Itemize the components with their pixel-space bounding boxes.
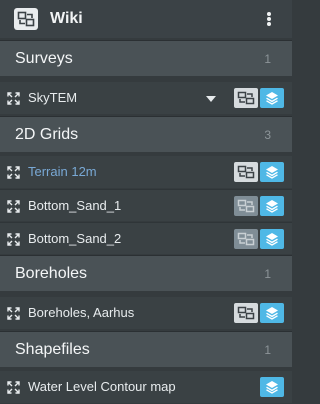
section-label: 2D Grids (15, 126, 79, 143)
section-header-boreholes[interactable]: Boreholes 1 (0, 255, 292, 291)
layer-row-skytem[interactable]: SkyTEM (0, 82, 292, 114)
layer-name[interactable]: Bottom_Sand_2 (28, 231, 121, 247)
section-count: 3 (264, 128, 271, 142)
section-count: 1 (264, 52, 271, 66)
layers-button[interactable] (260, 162, 284, 182)
layer-name[interactable]: Water Level Contour map (28, 379, 176, 395)
grid-swap-button[interactable] (234, 303, 258, 323)
layer-row-bottom-sand-2[interactable]: Bottom_Sand_2 (0, 222, 292, 254)
expand-icon[interactable] (7, 381, 20, 394)
section-header-shapefiles[interactable]: Shapefiles 1 (0, 331, 292, 367)
layer-row-boreholes-aarhus[interactable]: Boreholes, Aarhus (0, 297, 292, 329)
more-vertical-icon[interactable] (265, 10, 273, 28)
expand-icon[interactable] (7, 166, 20, 179)
section-label: Boreholes (15, 265, 88, 282)
grid-swap-button[interactable] (234, 196, 258, 216)
layer-name[interactable]: Boreholes, Aarhus (28, 305, 134, 321)
section-count: 1 (264, 343, 271, 357)
layers-button[interactable] (260, 303, 284, 323)
expand-icon[interactable] (7, 233, 20, 246)
section-count: 1 (264, 267, 271, 281)
layer-name[interactable]: SkyTEM (28, 90, 77, 106)
layer-row-bottom-sand-1[interactable]: Bottom_Sand_1 (0, 189, 292, 221)
section-header-surveys[interactable]: Surveys 1 (0, 40, 292, 76)
grid-swap-button[interactable] (234, 229, 258, 249)
grid-swap-icon[interactable] (14, 8, 38, 30)
app-header: Wiki (0, 0, 292, 38)
grid-swap-button[interactable] (234, 88, 258, 108)
grid-swap-button[interactable] (234, 162, 258, 182)
expand-icon[interactable] (7, 200, 20, 213)
layers-button[interactable] (260, 229, 284, 249)
section-label: Surveys (15, 50, 73, 67)
chevron-down-icon[interactable] (206, 96, 216, 102)
layer-name[interactable]: Terrain 12m (28, 164, 97, 180)
section-header-2d-grids[interactable]: 2D Grids 3 (0, 116, 292, 152)
layer-row-water-level-contour[interactable]: Water Level Contour map (0, 371, 292, 403)
section-label: Shapefiles (15, 341, 90, 358)
app-title: Wiki (50, 10, 83, 27)
layers-button[interactable] (260, 88, 284, 108)
layers-button[interactable] (260, 196, 284, 216)
layer-name[interactable]: Bottom_Sand_1 (28, 198, 121, 214)
layers-button[interactable] (260, 377, 284, 397)
layer-row-terrain-12m[interactable]: Terrain 12m (0, 156, 292, 188)
expand-icon[interactable] (7, 92, 20, 105)
expand-icon[interactable] (7, 307, 20, 320)
